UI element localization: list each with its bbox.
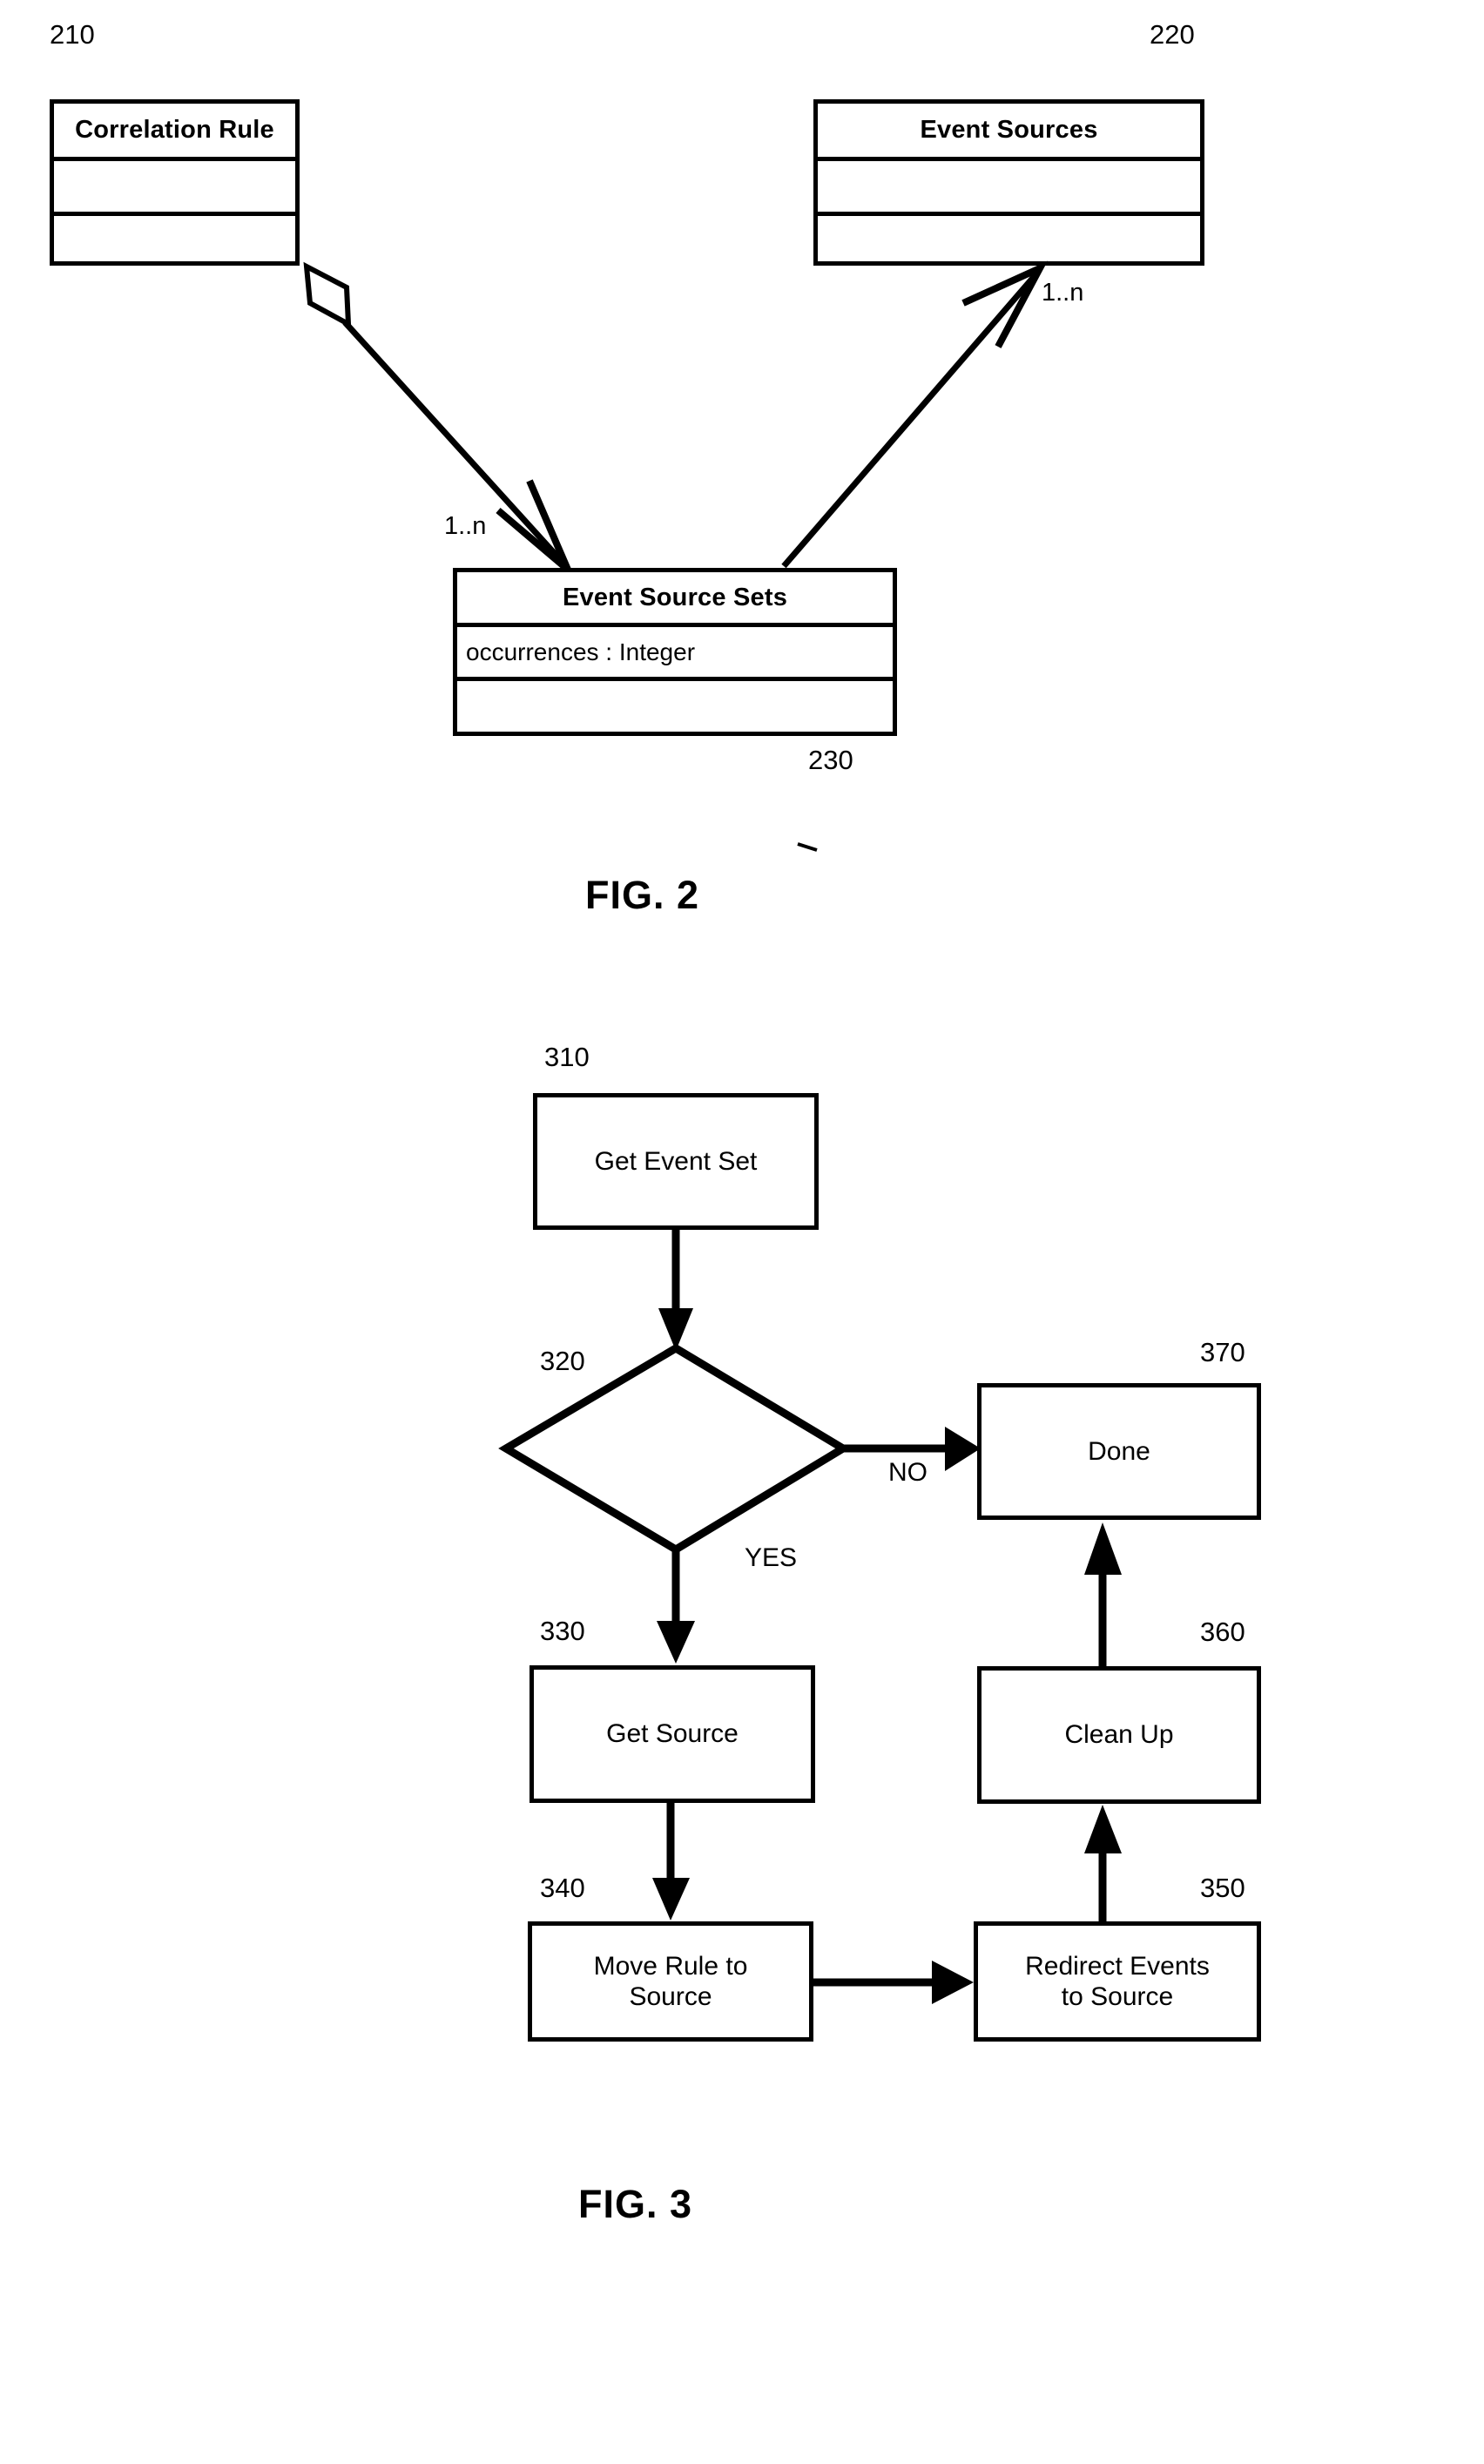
uml-class-name-event-sources: Event Sources: [818, 104, 1200, 161]
flowchart-node-high-freq-line2: Freq?: [640, 1452, 710, 1481]
uml-operations-event-source-sets: [457, 681, 893, 732]
reference-numeral-350: 350: [1200, 1873, 1245, 1903]
edge-330-to-340: [652, 1803, 690, 1921]
uml-class-correlation-rule: Correlation Rule: [50, 99, 300, 266]
uml-class-name-event-source-sets: Event Source Sets: [457, 572, 893, 627]
reference-numeral-230: 230: [808, 745, 853, 775]
flowchart-node-redirect-events-to-source: Redirect Events to Source: [974, 1921, 1261, 2042]
reference-numeral-360: 360: [1200, 1617, 1245, 1647]
flowchart-node-done-label: Done: [1088, 1436, 1150, 1466]
uml-class-name-correlation-rule: Correlation Rule: [54, 104, 295, 161]
reference-numeral-370: 370: [1200, 1337, 1245, 1367]
uml-operations-event-sources: [818, 216, 1200, 261]
edge-360-to-370: [1084, 1522, 1122, 1666]
flowchart-node-clean-up: Clean Up: [977, 1666, 1261, 1804]
reference-numeral-210: 210: [50, 19, 95, 50]
flowchart-node-get-event-set: Get Event Set: [533, 1093, 819, 1230]
edge-340-to-350: [813, 1961, 974, 2004]
flowchart-node-redirect-events-to-source-line1: Redirect Events: [1025, 1951, 1210, 1981]
multiplicity-label-rule-to-sets: 1..n: [444, 512, 487, 540]
flowchart-node-redirect-events-to-source-line2: to Source: [1061, 1982, 1174, 2011]
flowchart-node-get-source: Get Source: [530, 1665, 815, 1803]
connector-layer: [303, 260, 1122, 2004]
flowchart-node-move-rule-to-source-line1: Move Rule to: [593, 1951, 748, 1981]
patent-drawing-sheet: 210 Correlation Rule 220 Event Sources E…: [0, 0, 1484, 2464]
edge-310-to-320: [658, 1230, 693, 1351]
flowchart-node-get-source-label: Get Source: [606, 1719, 739, 1749]
reference-numeral-310: 310: [544, 1042, 590, 1072]
flowchart-node-high-freq-label: High Freq?: [523, 1402, 827, 1498]
reference-numeral-320: 320: [540, 1346, 585, 1376]
flowchart-node-clean-up-label: Clean Up: [1064, 1720, 1174, 1750]
flowchart-node-move-rule-to-source: Move Rule to Source: [528, 1921, 813, 2042]
edge-350-to-360: [1084, 1805, 1122, 1921]
association-sets-to-sources: [781, 260, 1049, 569]
flowchart-node-get-event-set-label: Get Event Set: [594, 1146, 758, 1176]
branch-label-no: NO: [888, 1458, 928, 1487]
ink-artifact: [797, 842, 818, 852]
uml-attributes-event-source-sets: occurrences : Integer: [457, 627, 893, 681]
flowchart-node-high-freq-line1: High: [648, 1419, 702, 1448]
association-rule-to-sets: [303, 261, 571, 573]
reference-numeral-330: 330: [540, 1616, 585, 1646]
edge-320-to-330-yes: [657, 1549, 695, 1664]
uml-class-event-sources: Event Sources: [813, 99, 1204, 266]
uml-class-event-source-sets: Event Source Sets occurrences : Integer: [453, 568, 897, 736]
reference-numeral-340: 340: [540, 1873, 585, 1903]
uml-operations-correlation-rule: [54, 216, 295, 261]
branch-label-yes: YES: [745, 1543, 798, 1572]
flowchart-node-done: Done: [977, 1383, 1261, 1520]
flowchart-node-move-rule-to-source-line2: Source: [629, 1982, 712, 2011]
figure-3-caption: FIG. 3: [578, 2182, 693, 2226]
uml-attributes-correlation-rule: [54, 161, 295, 216]
multiplicity-label-sets-to-sources: 1..n: [1042, 279, 1084, 307]
reference-numeral-220: 220: [1150, 19, 1195, 50]
figure-2-caption: FIG. 2: [585, 873, 700, 917]
uml-attributes-event-sources: [818, 161, 1200, 216]
